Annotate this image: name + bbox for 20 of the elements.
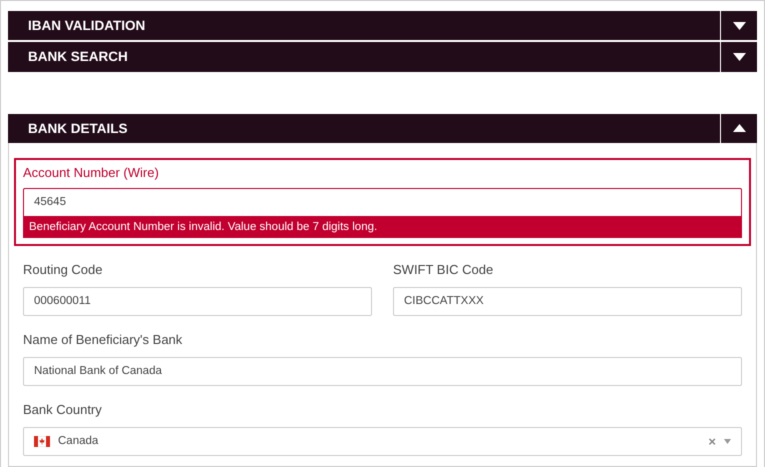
field-label: SWIFT BIC Code [393, 262, 494, 277]
text-field[interactable]: CIBCCATTXXX [393, 286, 742, 316]
clear-button[interactable]: × [708, 434, 716, 449]
text-field[interactable]: 45645 [23, 188, 742, 217]
section-title: BANK SEARCH [27, 48, 129, 66]
text-field[interactable]: 000600011 [23, 286, 372, 316]
error-message: Beneficiary Account Number is invalid. Value should be 7 digits long. [23, 216, 742, 238]
caret-down-icon [724, 438, 731, 444]
flag-icon [34, 436, 50, 447]
text-field[interactable]: National Bank of Canada [23, 356, 742, 386]
caret-up-icon [732, 124, 746, 132]
section-title: BANK DETAILS [27, 120, 128, 138]
country-select[interactable]: Canada × [23, 426, 742, 456]
caret-down-icon [732, 52, 746, 61]
field-label: Name of Beneficiary's Bank [23, 332, 184, 347]
field-label: Account Number (Wire) [23, 164, 160, 180]
field-label: Bank Country [23, 402, 103, 417]
section-title: IBAN VALIDATION [27, 17, 146, 36]
caret-down-icon [732, 22, 746, 30]
field-label: Routing Code [23, 262, 104, 277]
